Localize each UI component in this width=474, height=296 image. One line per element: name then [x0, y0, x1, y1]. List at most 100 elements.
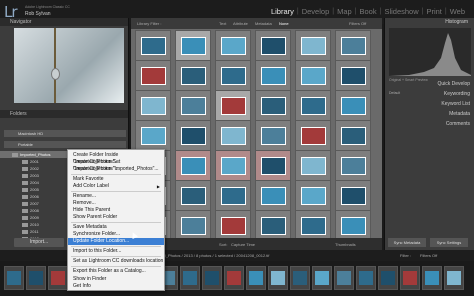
thumbnail-cell[interactable]: [255, 150, 291, 181]
module-library[interactable]: Library: [268, 7, 297, 16]
menu-item[interactable]: Export this Folder as a Catalog...: [68, 268, 164, 275]
menu-item[interactable]: Create Folder Inside "Imported_Photos"..…: [68, 152, 164, 165]
module-map[interactable]: Map: [334, 7, 355, 16]
default-preset[interactable]: Default: [389, 91, 400, 95]
filmstrip-thumbnail[interactable]: [180, 266, 200, 290]
thumbnail-cell[interactable]: [175, 30, 211, 61]
filmstrip-thumbnail[interactable]: [422, 266, 442, 290]
filter-tab-metadata[interactable]: Metadata: [255, 21, 272, 26]
thumbnail-cell[interactable]: [295, 210, 331, 241]
menu-item[interactable]: Get Info: [68, 283, 164, 290]
thumbnail-cell[interactable]: [175, 120, 211, 151]
filmstrip-thumbnail[interactable]: [268, 266, 288, 290]
menu-item[interactable]: Remove...: [68, 200, 164, 207]
folders-header[interactable]: Folders: [0, 110, 128, 118]
thumbnail-cell[interactable]: [295, 90, 331, 121]
thumbnail-cell[interactable]: [135, 30, 171, 61]
thumbnail-cell[interactable]: [335, 90, 371, 121]
thumbnail-cell[interactable]: [175, 90, 211, 121]
navigator-preview[interactable]: [14, 28, 124, 103]
keyword-list-header[interactable]: Keyword List: [441, 101, 470, 107]
filter-preset[interactable]: Filters Off: [349, 21, 366, 26]
filter-tab-attribute[interactable]: Attribute: [233, 21, 248, 26]
thumbnail-cell[interactable]: [135, 60, 171, 91]
thumbnail-cell[interactable]: [215, 120, 251, 151]
sync-settings-button[interactable]: Sync Settings: [430, 238, 468, 247]
menu-item[interactable]: Update Folder Location...: [68, 238, 164, 245]
menu-item[interactable]: Mark Favorite: [68, 176, 164, 183]
menu-item[interactable]: Hide This Parent: [68, 207, 164, 214]
filmstrip-thumbnail[interactable]: [444, 266, 464, 290]
thumbnail-cell[interactable]: [335, 60, 371, 91]
menu-item[interactable]: Set as Lightroom CC downloads location: [68, 258, 164, 265]
filmstrip-thumbnail[interactable]: [4, 266, 24, 290]
thumbnail-cell[interactable]: [295, 150, 331, 181]
filmstrip-thumbnail[interactable]: [356, 266, 376, 290]
filmstrip-thumbnail[interactable]: [312, 266, 332, 290]
sort-value[interactable]: Capture Time: [231, 242, 255, 247]
menu-item[interactable]: Synchronize Folder...: [68, 231, 164, 238]
thumbnail-cell[interactable]: [135, 120, 171, 151]
thumbnail-cell[interactable]: [175, 150, 211, 181]
filter-tab-text[interactable]: Text: [219, 21, 226, 26]
thumbnail-cell[interactable]: [335, 150, 371, 181]
sync-metadata-button[interactable]: Sync Metadata: [388, 238, 426, 247]
thumbnail-cell[interactable]: [295, 120, 331, 151]
thumbnail-cell[interactable]: [335, 120, 371, 151]
thumbnail-cell[interactable]: [335, 30, 371, 61]
filmstrip-filter-value[interactable]: Filters Off: [420, 253, 437, 258]
filter-tab-none[interactable]: None: [279, 21, 289, 26]
module-book[interactable]: Book: [357, 7, 380, 16]
filmstrip-thumbnail[interactable]: [26, 266, 46, 290]
menu-item[interactable]: Create Collection "Imported_Photos"...: [68, 166, 164, 173]
thumbnail-cell[interactable]: [255, 120, 291, 151]
import-button[interactable]: Import...: [14, 238, 64, 247]
menu-item[interactable]: Show Parent Folder: [68, 214, 164, 221]
thumbnail-cell[interactable]: [335, 210, 371, 241]
thumbnail-cell[interactable]: [295, 30, 331, 61]
thumbnail-cell[interactable]: [175, 180, 211, 211]
filmstrip-thumbnail[interactable]: [378, 266, 398, 290]
filmstrip-thumbnail[interactable]: [290, 266, 310, 290]
thumbnail-cell[interactable]: [255, 60, 291, 91]
thumbnail-cell[interactable]: [295, 60, 331, 91]
volume-macintosh-hd[interactable]: Macintosh HD: [4, 130, 126, 137]
thumbnail-cell[interactable]: [255, 90, 291, 121]
thumbnail-cell[interactable]: [175, 210, 211, 241]
thumbnail-cell[interactable]: [255, 210, 291, 241]
filmstrip-thumbnail[interactable]: [400, 266, 420, 290]
menu-item[interactable]: Create Collection Set "Imported_Photos".…: [68, 159, 164, 172]
module-print[interactable]: Print: [423, 7, 444, 16]
thumbnail-cell[interactable]: [215, 150, 251, 181]
filmstrip-thumbnail[interactable]: [334, 266, 354, 290]
menu-item[interactable]: Import to this Folder...: [68, 248, 164, 255]
keywording-header[interactable]: Keywording: [444, 91, 470, 97]
quick-develop-header[interactable]: Quick Develop: [437, 81, 470, 87]
menu-item[interactable]: Add Color Label ▶: [68, 183, 164, 190]
filmstrip-thumbnail[interactable]: [202, 266, 222, 290]
thumbnail-cell[interactable]: [295, 180, 331, 211]
volume-portable[interactable]: Portable: [4, 141, 126, 148]
menu-item[interactable]: Show in Finder: [68, 276, 164, 283]
thumbnail-cell[interactable]: [175, 60, 211, 91]
thumbnail-cell[interactable]: [215, 210, 251, 241]
thumbnail-cell[interactable]: [335, 180, 371, 211]
thumbnail-cell[interactable]: [215, 180, 251, 211]
filmstrip-thumbnail[interactable]: [48, 266, 68, 290]
comments-header[interactable]: Comments: [446, 121, 470, 127]
metadata-header[interactable]: Metadata: [449, 111, 470, 117]
filmstrip-thumbnail[interactable]: [224, 266, 244, 290]
filmstrip-source[interactable]: Imported_Photos / 2013 / 8 photos / 1 se…: [150, 253, 269, 258]
module-slideshow[interactable]: Slideshow: [381, 7, 421, 16]
thumbnail-cell[interactable]: [215, 30, 251, 61]
histogram-label[interactable]: Histogram: [445, 19, 468, 25]
thumbnail-cell[interactable]: [215, 90, 251, 121]
thumbnail-cell[interactable]: [255, 30, 291, 61]
menu-item[interactable]: Rename...: [68, 193, 164, 200]
module-web[interactable]: Web: [447, 7, 468, 16]
navigator-header[interactable]: Navigator: [0, 18, 128, 26]
module-develop[interactable]: Develop: [299, 7, 333, 16]
menu-item[interactable]: Save Metadata: [68, 224, 164, 231]
thumbnail-cell[interactable]: [215, 60, 251, 91]
thumbnail-cell[interactable]: [255, 180, 291, 211]
